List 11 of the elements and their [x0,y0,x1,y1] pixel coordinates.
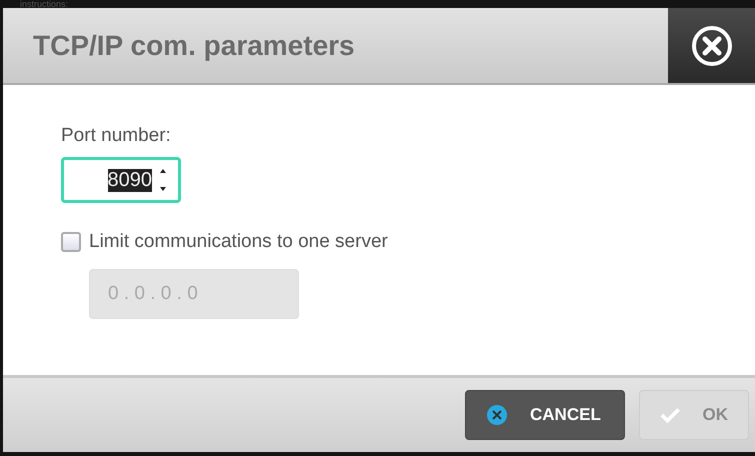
cancel-button[interactable]: CANCEL [465,390,625,440]
checkbox-label: Limit communications to one server [89,231,388,253]
dialog-title: TCP/IP com. parameters [32,29,356,63]
port-field[interactable]: 8090 [61,157,181,203]
close-icon [486,404,508,426]
field-label: Port number: [61,125,171,147]
close-button[interactable] [668,8,755,83]
background-text: instructions: [19,0,70,8]
checkbox[interactable] [61,232,81,252]
check-icon [660,406,680,424]
close-icon [690,24,734,68]
